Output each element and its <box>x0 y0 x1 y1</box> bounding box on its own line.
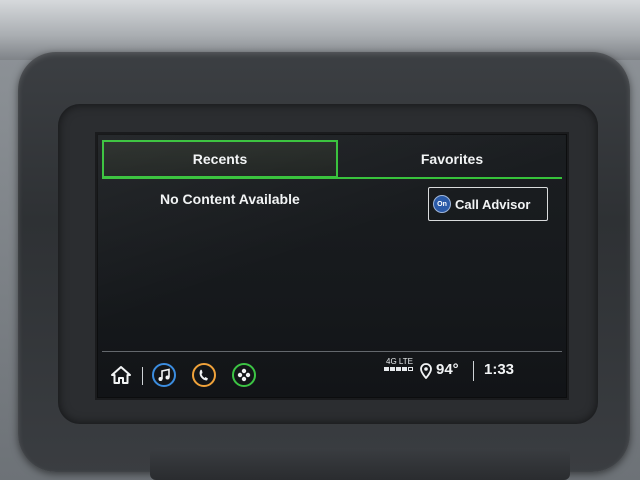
bottom-divider <box>102 351 562 352</box>
network-type: 4G LTE <box>386 357 413 366</box>
empty-state-message: No Content Available <box>160 191 300 207</box>
clock: 1:33 <box>484 361 515 378</box>
tab-favorites[interactable]: Favorites <box>342 140 562 178</box>
home-icon[interactable] <box>110 365 132 385</box>
outside-temperature: 94° <box>436 361 459 378</box>
signal-strength-icon <box>384 367 413 371</box>
dashboard-top <box>0 0 640 60</box>
audio-icon[interactable] <box>152 363 176 387</box>
nav-separator <box>142 367 143 385</box>
call-advisor-label: Call Advisor <box>455 196 531 212</box>
onstar-icon: On <box>433 195 451 213</box>
tab-bar: Recents Favorites <box>98 135 566 179</box>
status-separator <box>473 361 474 381</box>
phone-icon[interactable] <box>192 363 216 387</box>
bottom-bar: 4G LTE 94° 1:33 <box>98 353 566 397</box>
tab-recents[interactable]: Recents <box>102 140 338 178</box>
tab-recents-label: Recents <box>192 151 248 167</box>
location-pin-icon <box>420 363 432 380</box>
call-advisor-button[interactable]: On Call Advisor <box>428 187 548 221</box>
infotainment-screen: Recents Favorites No Content Available O… <box>97 134 567 398</box>
tab-favorites-label: Favorites <box>420 151 484 167</box>
dashboard-vent <box>150 448 570 480</box>
apps-icon[interactable] <box>232 363 256 387</box>
tab-underline <box>102 177 562 179</box>
